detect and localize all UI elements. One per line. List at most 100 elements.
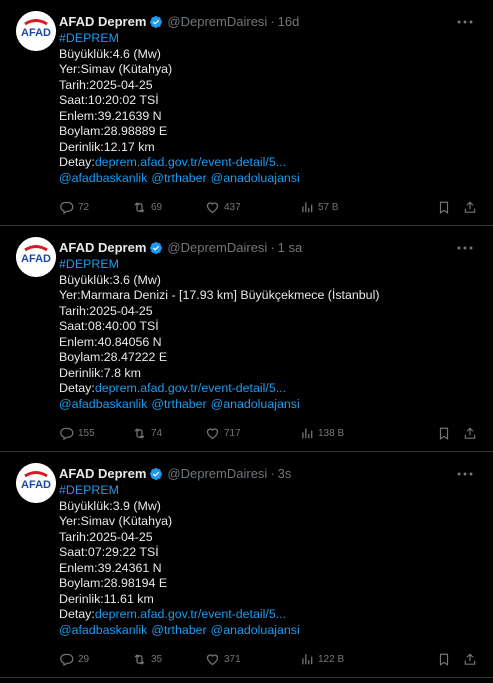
like-button[interactable]: 371 xyxy=(205,652,300,667)
hashtag-link[interactable]: #DEPREM xyxy=(59,483,477,499)
more-icon[interactable] xyxy=(455,238,475,258)
detail-label: Detay: xyxy=(59,607,95,621)
tweet-text-line: Enlem:39.24361 N xyxy=(59,560,162,575)
share-button[interactable] xyxy=(463,426,477,441)
tweet-text-line: Derinlik:7.8 km xyxy=(59,365,141,380)
tweet[interactable]: AFAD AFAD Deprem @DepremDairesi · 16d #D… xyxy=(0,0,493,226)
detail-link[interactable]: deprem.afad.gov.tr/event-detail/5... xyxy=(95,155,286,169)
avatar-logo-text: AFAD xyxy=(21,253,51,265)
retweet-count: 69 xyxy=(151,201,163,213)
bookmark-icon xyxy=(439,201,449,214)
more-icon[interactable] xyxy=(455,464,475,484)
hashtag-link[interactable]: #DEPREM xyxy=(59,31,477,47)
retweet-count: 74 xyxy=(151,427,163,439)
tweet-text-line: Tarih:2025-04-25 xyxy=(59,77,153,92)
bookmark-button[interactable] xyxy=(437,426,451,441)
like-count: 437 xyxy=(224,201,241,213)
mentions-line: @afadbaskanlik @trthaber @anadoluajansi xyxy=(59,623,477,639)
tweet-text-line: Büyüklük:3.6 (Mw) xyxy=(59,272,161,287)
tweet-text-line: Boylam:28.47222 E xyxy=(59,350,168,364)
tweet-text-line: Saat:08:40:00 TSİ xyxy=(59,319,159,333)
retweet-icon xyxy=(134,201,145,213)
author-name[interactable]: AFAD Deprem xyxy=(59,14,146,29)
views-button[interactable]: 138 B xyxy=(300,426,370,440)
tweet-text: Büyüklük:3.6 (Mw) Yer:Marmara Denizi - [1… xyxy=(59,273,477,382)
retweet-button[interactable]: 35 xyxy=(132,652,205,667)
author-name[interactable]: AFAD Deprem xyxy=(59,240,146,255)
timeline-feed: AFAD AFAD Deprem @DepremDairesi · 16d #D… xyxy=(0,0,493,683)
views-icon xyxy=(302,428,313,439)
avatar[interactable]: AFAD xyxy=(16,463,56,503)
tweet-text-line: Tarih:2025-04-25 xyxy=(59,303,153,318)
retweet-button[interactable]: 69 xyxy=(132,200,205,215)
tweet-header: AFAD Deprem @DepremDairesi · 1 sa xyxy=(59,238,477,257)
mention-link[interactable]: @anadoluajansi xyxy=(211,623,300,637)
retweet-icon xyxy=(134,427,145,439)
detail-label: Detay: xyxy=(59,155,95,169)
tweet-time[interactable]: 3s xyxy=(278,466,292,481)
tweet-content: AFAD Deprem @DepremDairesi · 3s #DEPREM … xyxy=(59,464,477,638)
author-name[interactable]: AFAD Deprem xyxy=(59,466,146,481)
mentions-line: @afadbaskanlik @trthaber @anadoluajansi xyxy=(59,171,477,187)
action-bar: 155 74 717 138 B xyxy=(59,423,477,443)
mention-link[interactable]: @afadbaskanlik xyxy=(59,397,147,411)
share-icon xyxy=(464,200,476,213)
more-icon[interactable] xyxy=(455,12,475,32)
reply-icon xyxy=(60,201,74,214)
like-button[interactable]: 717 xyxy=(205,426,300,441)
views-button[interactable]: 57 B xyxy=(300,200,370,214)
bookmark-button[interactable] xyxy=(437,200,451,215)
tweet-text: Büyüklük:4.6 (Mw) Yer:Simav (Kütahya) Tari… xyxy=(59,47,477,156)
avatar-logo-text: AFAD xyxy=(21,27,51,39)
like-count: 371 xyxy=(224,653,241,665)
views-count: 138 B xyxy=(318,427,345,439)
retweet-button[interactable]: 74 xyxy=(132,426,205,441)
like-button[interactable]: 437 xyxy=(205,200,300,215)
views-button[interactable]: 122 B xyxy=(300,652,370,666)
tweet-time[interactable]: 1 sa xyxy=(278,240,303,255)
detail-label: Detay: xyxy=(59,381,95,395)
tweet-header: AFAD Deprem @DepremDairesi · 3s xyxy=(59,464,477,483)
detail-link[interactable]: deprem.afad.gov.tr/event-detail/5... xyxy=(95,381,286,395)
share-button[interactable] xyxy=(463,652,477,667)
hashtag-link[interactable]: #DEPREM xyxy=(59,257,477,273)
tweet-text-line: Enlem:40.84056 N xyxy=(59,334,162,349)
afad-logo-icon: AFAD xyxy=(16,237,56,277)
detail-link[interactable]: deprem.afad.gov.tr/event-detail/5... xyxy=(95,607,286,621)
author-handle[interactable]: @DepremDairesi xyxy=(167,240,267,255)
bookmark-button[interactable] xyxy=(437,652,451,667)
views-icon xyxy=(302,654,313,665)
separator-dot: · xyxy=(270,14,275,29)
mention-link[interactable]: @anadoluajansi xyxy=(211,397,300,411)
avatar[interactable]: AFAD xyxy=(16,237,56,277)
retweet-count: 35 xyxy=(151,653,163,665)
tweet[interactable]: AFAD AFAD Deprem @DepremDairesi · 3s #DE… xyxy=(0,452,493,678)
like-icon xyxy=(206,201,219,213)
tweet-time[interactable]: 16d xyxy=(278,14,300,29)
mention-link[interactable]: @afadbaskanlik xyxy=(59,623,147,637)
reply-button[interactable]: 29 xyxy=(59,652,132,667)
afad-logo-icon: AFAD xyxy=(16,11,56,51)
tweet[interactable]: AFAD AFAD Deprem @DepremDairesi · 1 sa #… xyxy=(0,226,493,452)
tweet-header: AFAD Deprem @DepremDairesi · 16d xyxy=(59,12,477,31)
avatar[interactable]: AFAD xyxy=(16,11,56,51)
detail-line: Detay:deprem.afad.gov.tr/event-detail/5.… xyxy=(59,155,477,171)
mention-link[interactable]: @anadoluajansi xyxy=(211,171,300,185)
share-button[interactable] xyxy=(463,200,477,215)
mention-link[interactable]: @afadbaskanlik xyxy=(59,171,147,185)
mention-link[interactable]: @trthaber xyxy=(151,397,206,411)
like-icon xyxy=(206,427,219,439)
reply-icon xyxy=(60,653,74,666)
tweet-text-line: Saat:10:20:02 TSİ xyxy=(59,93,159,107)
tweet-text-line: Yer:Simav (Kütahya) xyxy=(59,62,173,76)
tweet-text-line: Yer:Marmara Denizi - [17.93 km] Büyükçek… xyxy=(59,288,380,302)
reply-icon xyxy=(60,427,74,440)
mention-link[interactable]: @trthaber xyxy=(151,171,206,185)
reply-button[interactable]: 72 xyxy=(59,200,132,215)
reply-button[interactable]: 155 xyxy=(59,426,132,441)
views-icon xyxy=(302,202,313,213)
author-handle[interactable]: @DepremDairesi xyxy=(167,14,267,29)
mention-link[interactable]: @trthaber xyxy=(151,623,206,637)
author-handle[interactable]: @DepremDairesi xyxy=(167,466,267,481)
verified-badge-icon xyxy=(149,467,163,481)
